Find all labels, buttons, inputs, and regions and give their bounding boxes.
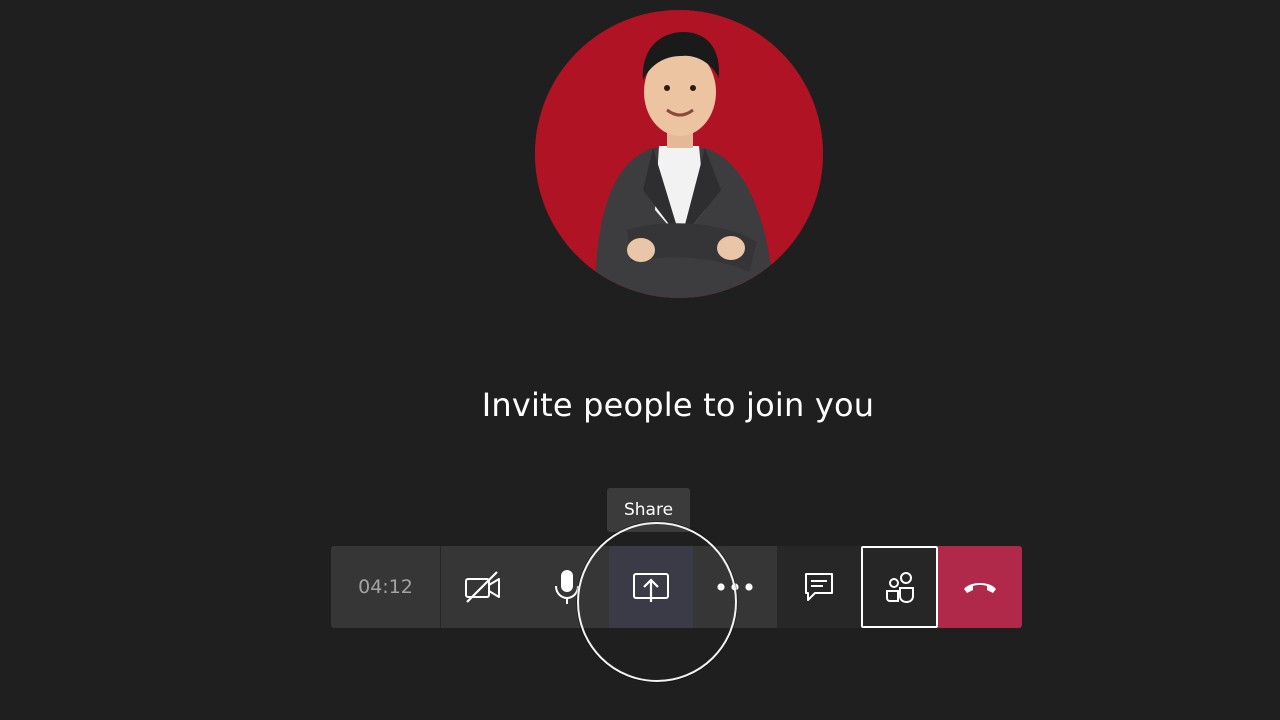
call-timer: 04:12 [331,546,441,628]
more-actions-button[interactable] [693,546,777,628]
share-button[interactable] [609,546,693,628]
share-tooltip: Share [607,488,690,532]
media-controls [441,546,777,628]
participant-avatar [535,10,823,298]
share-screen-icon [633,573,669,602]
phone-hangup-icon [964,583,996,593]
microphone-icon [555,570,579,604]
chat-icon [805,573,833,601]
call-toolbar: 04:12 [331,546,1022,628]
person-photo [535,10,823,298]
ellipsis-icon [717,583,753,591]
meeting-stage: Invite people to join you Share 04:12 [0,0,1280,720]
video-off-icon [465,571,500,603]
camera-toggle-button[interactable] [441,546,525,628]
people-icon [885,572,914,604]
chat-button[interactable] [777,546,861,628]
microphone-button[interactable] [525,546,609,628]
invite-message: Invite people to join you [481,386,875,424]
hang-up-button[interactable] [938,546,1022,628]
participants-button[interactable] [861,546,938,628]
